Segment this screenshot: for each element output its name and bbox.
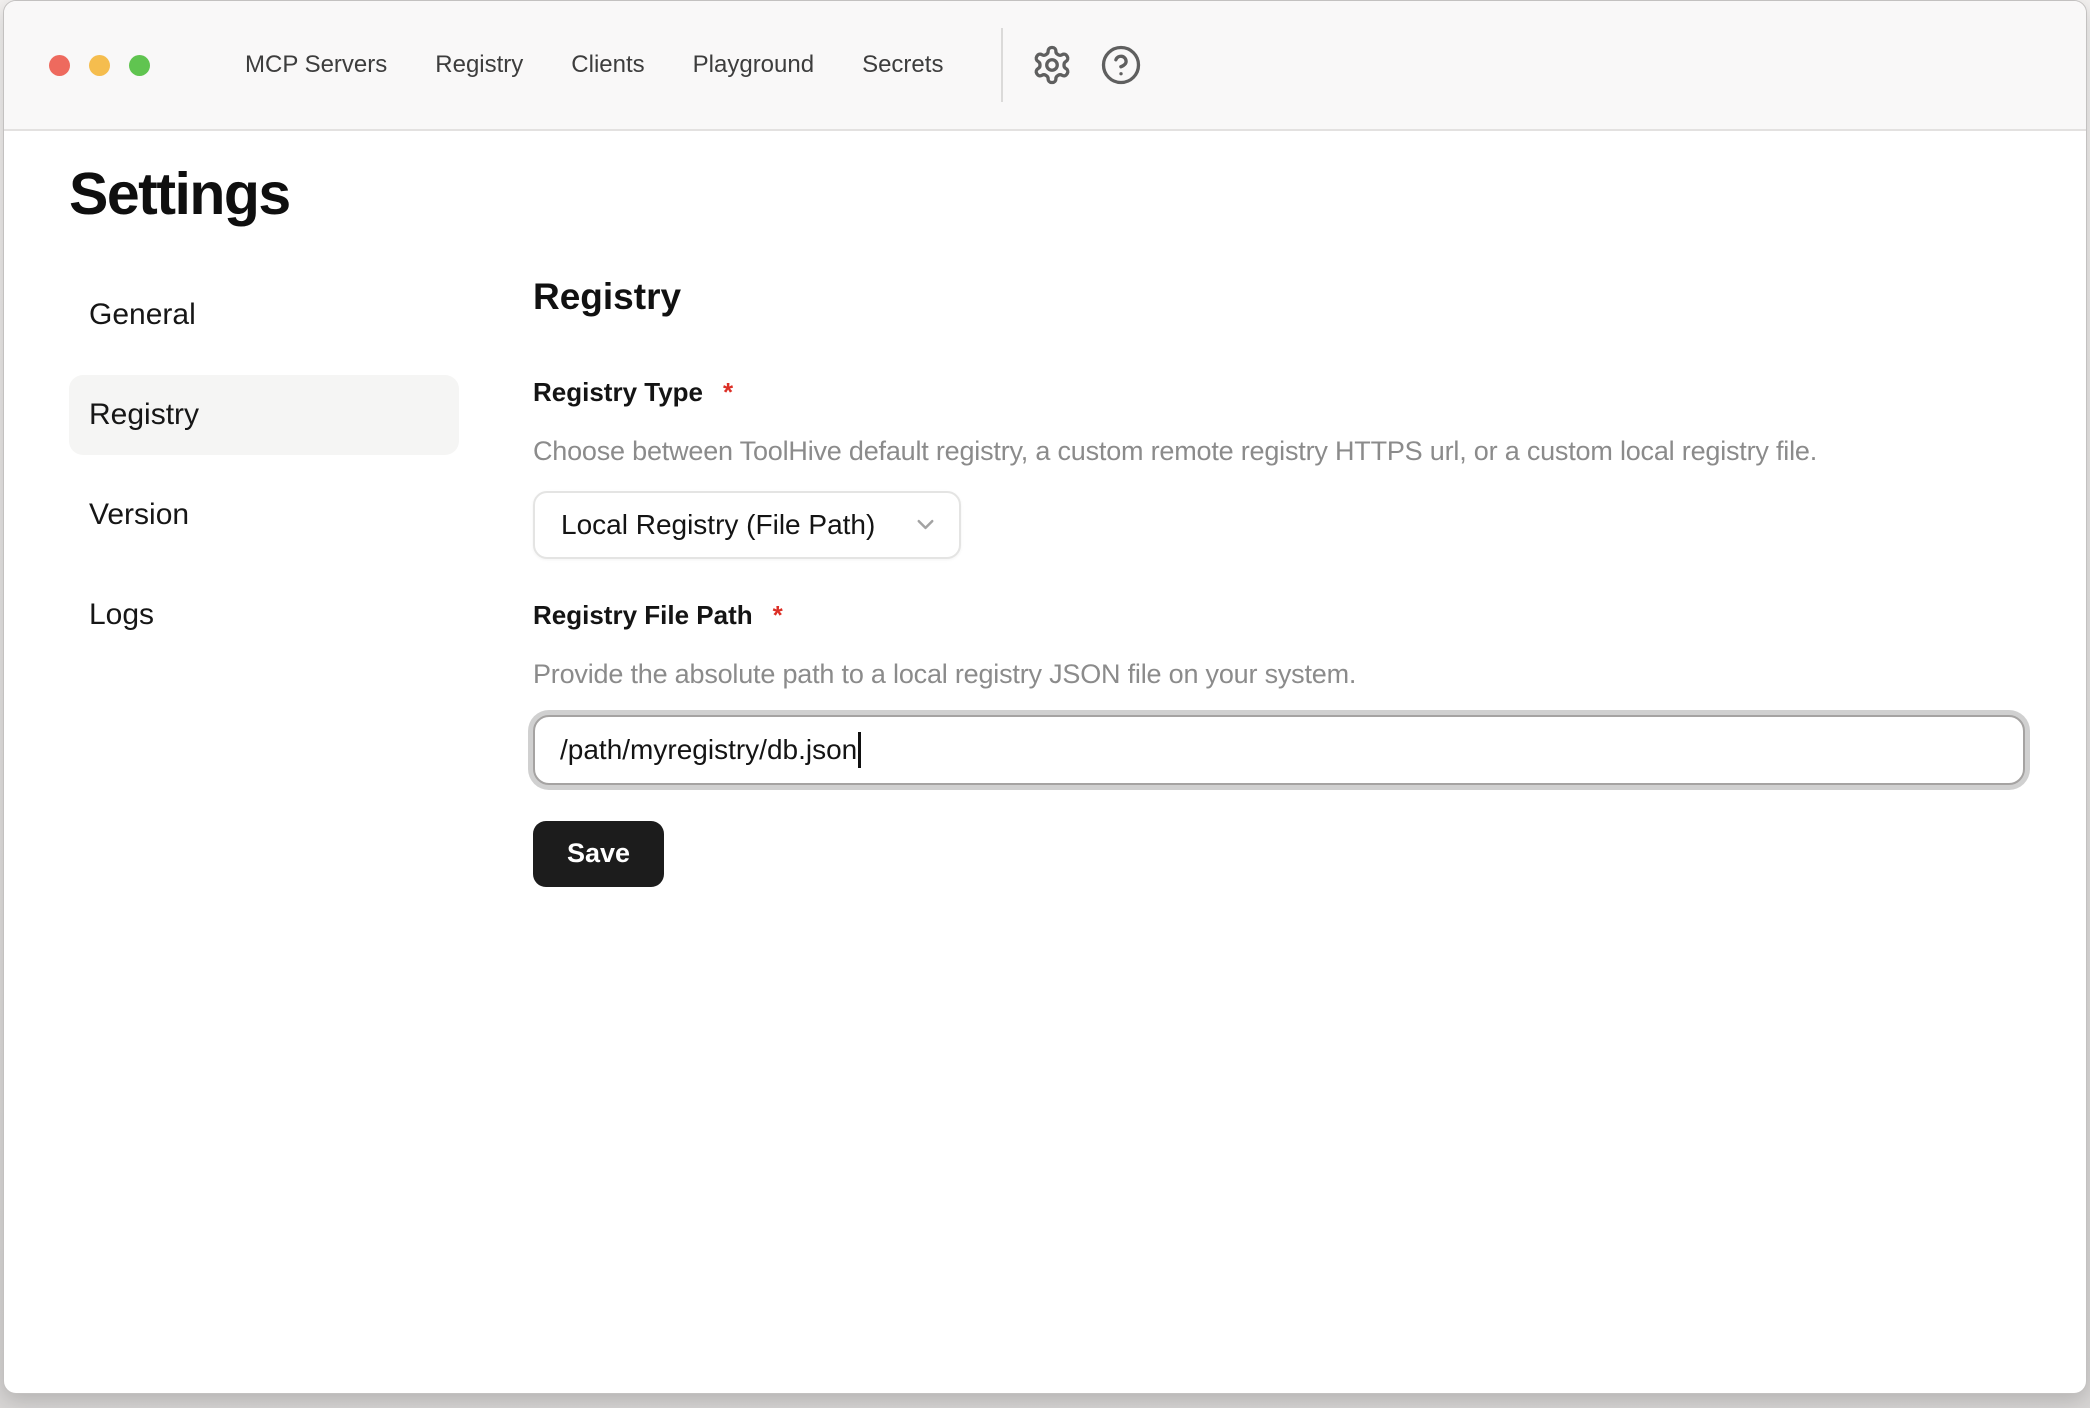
- required-asterisk: *: [723, 377, 733, 407]
- nav-clients[interactable]: Clients: [571, 51, 644, 79]
- close-button[interactable]: [49, 55, 70, 76]
- nav-playground[interactable]: Playground: [693, 51, 814, 79]
- sidebar-item-logs[interactable]: Logs: [69, 575, 459, 655]
- registry-type-selected-value: Local Registry (File Path): [561, 509, 875, 541]
- sidebar-item-general[interactable]: General: [69, 275, 459, 355]
- page-title: Settings: [69, 159, 2026, 230]
- help-icon: [1100, 44, 1142, 86]
- registry-file-path-label: Registry File Path: [533, 600, 753, 630]
- settings-page: Settings General Registry Version Logs R…: [4, 131, 2086, 887]
- registry-file-path-value: /path/myregistry/db.json: [560, 734, 857, 766]
- registry-type-label-row: Registry Type *: [533, 377, 2026, 407]
- settings-sidebar: General Registry Version Logs: [69, 275, 459, 887]
- registry-file-path-description: Provide the absolute path to a local reg…: [533, 658, 2026, 690]
- desktop-background: MCP Servers Registry Clients Playground …: [0, 0, 2090, 1408]
- app-window: MCP Servers Registry Clients Playground …: [3, 0, 2087, 1394]
- nav-mcp-servers[interactable]: MCP Servers: [245, 51, 387, 79]
- titlebar-divider: [1001, 28, 1003, 102]
- gear-icon: [1031, 44, 1073, 86]
- window-controls: [4, 55, 150, 76]
- settings-gear-button[interactable]: [1031, 44, 1073, 86]
- registry-type-label: Registry Type: [533, 377, 703, 407]
- section-heading: Registry: [533, 275, 2026, 319]
- titlebar: MCP Servers Registry Clients Playground …: [4, 1, 2086, 131]
- save-button[interactable]: Save: [533, 821, 664, 887]
- chevron-down-icon: [912, 511, 939, 538]
- required-asterisk: *: [773, 600, 783, 630]
- registry-file-path-input[interactable]: /path/myregistry/db.json: [533, 715, 2025, 785]
- sidebar-item-registry[interactable]: Registry: [69, 375, 459, 455]
- text-cursor: [858, 732, 861, 768]
- zoom-button[interactable]: [129, 55, 150, 76]
- help-button[interactable]: [1100, 44, 1142, 86]
- nav-secrets[interactable]: Secrets: [862, 51, 943, 79]
- registry-type-select[interactable]: Local Registry (File Path): [533, 491, 961, 559]
- top-navigation: MCP Servers Registry Clients Playground …: [245, 51, 943, 79]
- nav-registry[interactable]: Registry: [435, 51, 523, 79]
- registry-file-path-label-row: Registry File Path *: [533, 600, 2026, 630]
- registry-type-description: Choose between ToolHive default registry…: [533, 435, 2026, 467]
- sidebar-item-version[interactable]: Version: [69, 475, 459, 555]
- registry-settings-panel: Registry Registry Type * Choose between …: [533, 275, 2026, 887]
- minimize-button[interactable]: [89, 55, 110, 76]
